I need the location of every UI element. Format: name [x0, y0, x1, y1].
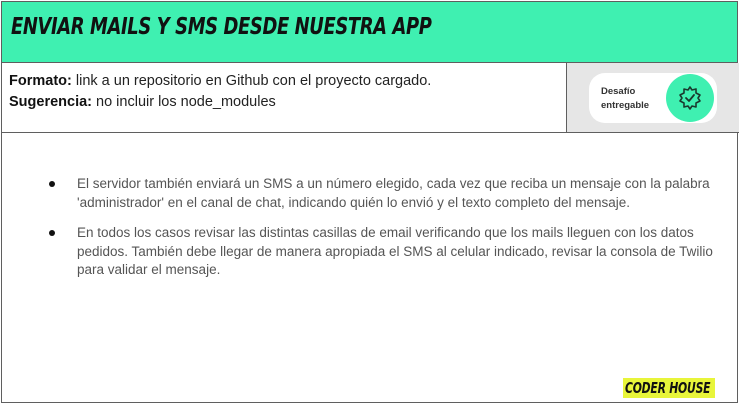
- suggestion-value: no incluir los node_modules: [92, 94, 276, 110]
- format-line: Formato: link a un repositorio en Github…: [9, 73, 431, 89]
- logo-text: CODER HOUSE: [625, 379, 711, 397]
- suggestion-label: Sugerencia:: [9, 94, 92, 110]
- content-area: El servidor también enviará un SMS a un …: [2, 133, 737, 404]
- badge-line1: Desafío: [601, 86, 636, 97]
- info-box: Formato: link a un repositorio en Github…: [2, 63, 566, 133]
- badge-line2: entregable: [601, 100, 650, 111]
- suggestion-line: Sugerencia: no incluir los node_modules: [9, 94, 276, 110]
- format-value: link a un repositorio en Github con el p…: [71, 73, 432, 89]
- bullet-text: El servidor también enviará un SMS a un …: [77, 176, 710, 210]
- header-bar: ENVIAR MAILS Y SMS DESDE NUESTRA APP: [2, 2, 737, 63]
- bullet-list: El servidor también enviará un SMS a un …: [48, 175, 720, 292]
- badge-text: Desafío entregable: [601, 85, 649, 113]
- list-item: En todos los casos revisar las distintas…: [48, 224, 720, 280]
- badge-cell: Desafío entregable: [566, 63, 739, 133]
- bullet-dot-icon: [49, 181, 55, 187]
- list-item: El servidor también enviará un SMS a un …: [48, 175, 720, 212]
- format-label: Formato:: [9, 73, 72, 89]
- page-title: ENVIAR MAILS Y SMS DESDE NUESTRA APP: [11, 14, 432, 40]
- bullet-text: En todos los casos revisar las distintas…: [77, 225, 713, 277]
- leaf-check-icon: [666, 74, 714, 122]
- desafio-badge: Desafío entregable: [589, 73, 717, 123]
- coderhouse-logo: CODER HOUSE: [623, 378, 715, 398]
- bullet-dot-icon: [49, 230, 55, 236]
- slide-frame: ENVIAR MAILS Y SMS DESDE NUESTRA APP For…: [1, 1, 739, 404]
